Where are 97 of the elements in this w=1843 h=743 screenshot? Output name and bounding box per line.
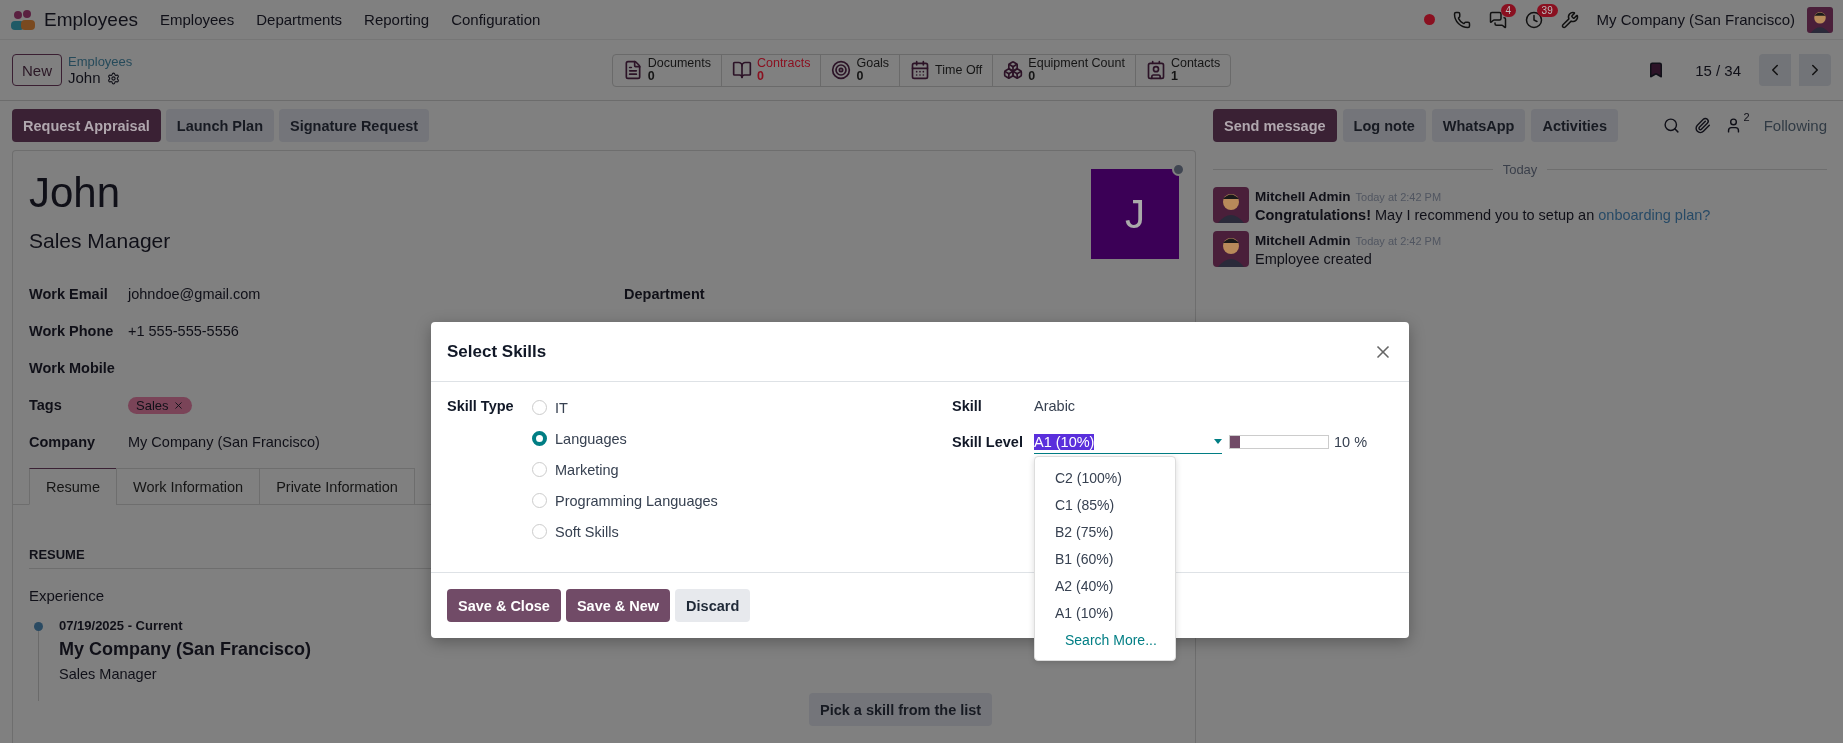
tab[interactable]: Private Information <box>259 468 415 505</box>
dialog-button[interactable]: Save & Close <box>447 589 561 622</box>
tab[interactable]: Work Information <box>116 468 261 505</box>
radio-button[interactable] <box>532 431 547 446</box>
radio-option[interactable]: Programming Languages <box>532 491 952 510</box>
field-value: +1 555-555-5556 <box>128 322 239 339</box>
timeline-dot <box>33 622 43 631</box>
chatter-button[interactable]: Log note <box>1342 109 1426 142</box>
dialog-button[interactable]: Save & New <box>565 589 671 622</box>
dropdown-option[interactable]: C1 (85%) <box>1035 492 1175 519</box>
smart-button[interactable]: Contracts 0 <box>721 54 822 86</box>
author-name: Mitchell Admin <box>1255 189 1351 204</box>
follower-count: 2 <box>1743 111 1750 123</box>
field-label: Skill <box>952 398 983 414</box>
dialog-button[interactable]: Discard <box>675 589 751 622</box>
smart-button[interactable]: Equipment Count 0 <box>993 54 1136 86</box>
chatter-button[interactable]: Send message <box>1213 109 1337 142</box>
clock-icon[interactable] <box>1524 10 1543 29</box>
company-switcher[interactable]: My Company (San Francisco) <box>1596 11 1795 28</box>
record-name: John <box>68 70 101 86</box>
dropdown-option[interactable]: A1 (10%) <box>1035 600 1175 627</box>
count-badge: 4 <box>1500 3 1517 17</box>
field-value: My Company (San Francisco) <box>128 433 320 450</box>
dialog-title: Select Skills <box>447 341 547 362</box>
progress-reading: 10 % <box>1334 434 1368 450</box>
field-label: Work Phone <box>29 322 114 339</box>
breadcrumb-link[interactable]: Employees <box>68 54 133 70</box>
field-label: Work Email <box>29 285 108 302</box>
settings-icon[interactable] <box>106 71 120 85</box>
field-label: Skill Level <box>952 434 1024 450</box>
onboarding-link[interactable]: onboarding plan? <box>1598 207 1711 223</box>
job-title: Sales Manager <box>29 229 172 253</box>
author-avatar <box>1213 187 1249 223</box>
smart-button[interactable]: Goals 0 <box>821 54 901 86</box>
search-icon[interactable] <box>1662 117 1680 134</box>
menu-item[interactable]: Employees <box>160 11 235 28</box>
new-button[interactable]: New <box>12 54 62 86</box>
field-label: Work Mobile <box>29 359 115 376</box>
status-dot[interactable] <box>1423 14 1435 25</box>
user-avatar <box>1807 6 1833 33</box>
radio-option[interactable]: Languages <box>532 429 952 448</box>
app-logo-icon[interactable] <box>10 8 36 31</box>
action-button[interactable]: Request Appraisal <box>12 109 161 142</box>
message-text: Employee created <box>1255 251 1373 267</box>
paperclip-icon[interactable] <box>1693 117 1711 134</box>
date-separator: Today <box>1502 162 1538 177</box>
action-button[interactable]: Launch Plan <box>165 109 274 142</box>
wrench-icon[interactable] <box>1560 10 1579 29</box>
message-text: Congratulations! May I recommend you to setup an onboarding plan? <box>1255 207 1711 223</box>
entry-subtitle: Sales Manager <box>59 666 158 682</box>
field-label: Tags <box>29 396 62 413</box>
chatter-button[interactable]: Activities <box>1531 109 1618 142</box>
radio-option[interactable]: IT <box>532 398 952 417</box>
phone-icon[interactable] <box>1452 10 1471 29</box>
radio-option[interactable]: Soft Skills <box>532 522 952 541</box>
employee-name: John <box>29 169 122 217</box>
search-more-link[interactable]: Search More... <box>1035 627 1175 654</box>
menu-item[interactable]: Departments <box>256 11 343 28</box>
caret-icon[interactable] <box>1214 439 1222 444</box>
book-icon <box>731 60 752 80</box>
field-label: Skill Type <box>447 398 515 416</box>
entry-dates: 07/19/2025 - Current <box>59 618 184 633</box>
calendar-icon <box>910 60 931 80</box>
pick-skill-button[interactable]: Pick a skill from the list <box>809 693 993 726</box>
pager-value: 15 / 34 <box>1695 61 1741 79</box>
tab[interactable]: Resume <box>29 468 117 505</box>
author-name: Mitchell Admin <box>1255 233 1351 248</box>
menu-item[interactable]: Configuration <box>451 11 541 28</box>
status-dot <box>1172 163 1185 176</box>
tag: Sales <box>128 396 192 414</box>
action-button[interactable]: Signature Request <box>279 109 430 142</box>
entry-title: My Company (San Francisco) <box>59 639 312 660</box>
field-value: Arabic <box>1034 398 1076 414</box>
field-label: Company <box>29 433 96 450</box>
author-avatar <box>1213 231 1249 267</box>
app-title[interactable]: Employees <box>44 8 138 31</box>
chatter-button[interactable]: WhatsApp <box>1431 109 1526 142</box>
smart-button[interactable]: Documents 0 <box>612 54 722 86</box>
remove-icon[interactable] <box>172 399 184 411</box>
field-label: Department <box>624 285 705 302</box>
dropdown-option[interactable]: B2 (75%) <box>1035 519 1175 546</box>
dropdown-option[interactable]: C2 (100%) <box>1035 465 1175 492</box>
menu-item[interactable]: Reporting <box>364 11 430 28</box>
chat-icon[interactable] <box>1488 10 1507 29</box>
smart-button[interactable]: Contacts 1 <box>1135 54 1231 86</box>
target-icon <box>831 60 852 80</box>
radio-option[interactable]: Marketing <box>532 460 952 479</box>
following-button[interactable]: Following <box>1763 117 1827 134</box>
group-heading: Experience <box>29 587 106 604</box>
smart-button[interactable]: Time Off <box>900 54 994 86</box>
dropdown-option[interactable]: A2 (40%) <box>1035 573 1175 600</box>
dropdown-option[interactable]: B1 (60%) <box>1035 546 1175 573</box>
field-value: johndoe@gmail.com <box>128 285 261 302</box>
boxes-icon <box>1003 60 1024 80</box>
contact-card-icon <box>1145 60 1166 80</box>
skill-level-field[interactable]: A1 (10%) <box>1034 430 1222 454</box>
count-badge: 39 <box>1536 3 1558 17</box>
